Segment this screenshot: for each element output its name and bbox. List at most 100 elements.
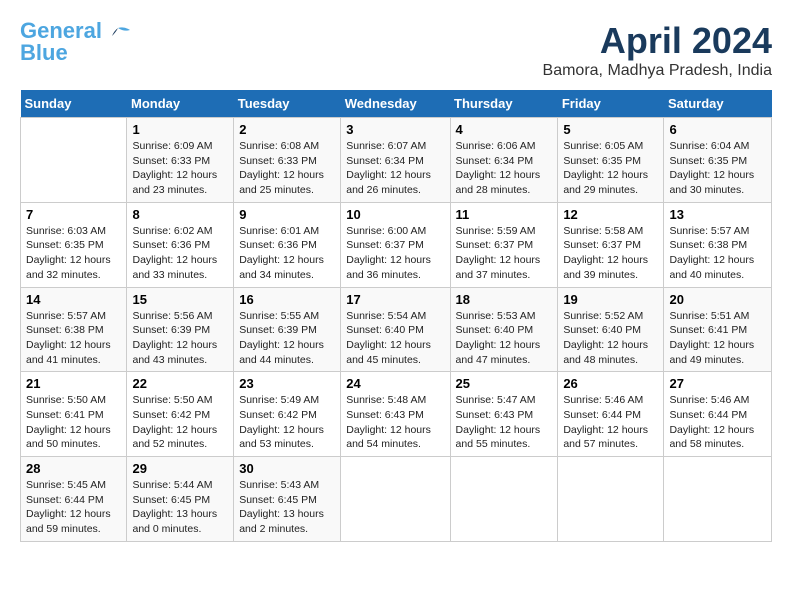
- day-number: 2: [239, 122, 335, 137]
- calendar-cell: 20 Sunrise: 5:51 AM Sunset: 6:41 PM Dayli…: [664, 287, 772, 372]
- calendar-cell: 13Sunrise: 5:57 AM Sunset: 6:38 PM Dayli…: [664, 202, 772, 287]
- day-number: 11: [456, 207, 553, 222]
- day-info: Sunrise: 5:50 AM Sunset: 6:41 PM Dayligh…: [26, 393, 121, 452]
- day-info: Sunrise: 5:57 AM Sunset: 6:38 PM Dayligh…: [669, 224, 766, 283]
- calendar-cell: [450, 457, 558, 542]
- calendar-cell: [341, 457, 450, 542]
- week-row-1: 1 Sunrise: 6:09 AM Sunset: 6:33 PM Daylig…: [21, 118, 772, 203]
- day-info: Sunrise: 5:47 AM Sunset: 6:43 PM Dayligh…: [456, 393, 553, 452]
- day-info: Sunrise: 5:44 AM Sunset: 6:45 PM Dayligh…: [132, 478, 228, 537]
- day-info: Sunrise: 6:08 AM Sunset: 6:33 PM Dayligh…: [239, 139, 335, 198]
- calendar-cell: 25 Sunrise: 5:47 AM Sunset: 6:43 PM Dayli…: [450, 372, 558, 457]
- calendar-cell: 6 Sunrise: 6:04 AM Sunset: 6:35 PM Daylig…: [664, 118, 772, 203]
- day-number: 26: [563, 376, 658, 391]
- calendar-cell: 23Sunrise: 5:49 AM Sunset: 6:42 PM Dayli…: [234, 372, 341, 457]
- day-info: Sunrise: 6:00 AM Sunset: 6:37 PM Dayligh…: [346, 224, 444, 283]
- day-number: 8: [132, 207, 228, 222]
- calendar-cell: 21 Sunrise: 5:50 AM Sunset: 6:41 PM Dayli…: [21, 372, 127, 457]
- day-number: 23: [239, 376, 335, 391]
- calendar-cell: 3Sunrise: 6:07 AM Sunset: 6:34 PM Daylig…: [341, 118, 450, 203]
- day-info: Sunrise: 5:46 AM Sunset: 6:44 PM Dayligh…: [669, 393, 766, 452]
- calendar-cell: [558, 457, 664, 542]
- day-info: Sunrise: 5:55 AM Sunset: 6:39 PM Dayligh…: [239, 309, 335, 368]
- day-info: Sunrise: 6:06 AM Sunset: 6:34 PM Dayligh…: [456, 139, 553, 198]
- day-number: 28: [26, 461, 121, 476]
- day-header-friday: Friday: [558, 90, 664, 118]
- calendar-cell: 18 Sunrise: 5:53 AM Sunset: 6:40 PM Dayli…: [450, 287, 558, 372]
- day-number: 29: [132, 461, 228, 476]
- day-number: 6: [669, 122, 766, 137]
- day-number: 12: [563, 207, 658, 222]
- day-number: 20: [669, 292, 766, 307]
- calendar-cell: 1 Sunrise: 6:09 AM Sunset: 6:33 PM Daylig…: [127, 118, 234, 203]
- day-number: 19: [563, 292, 658, 307]
- week-row-2: 7 Sunrise: 6:03 AM Sunset: 6:35 PM Daylig…: [21, 202, 772, 287]
- day-number: 15: [132, 292, 228, 307]
- day-info: Sunrise: 5:52 AM Sunset: 6:40 PM Dayligh…: [563, 309, 658, 368]
- day-number: 30: [239, 461, 335, 476]
- calendar-cell: 16Sunrise: 5:55 AM Sunset: 6:39 PM Dayli…: [234, 287, 341, 372]
- calendar-cell: [664, 457, 772, 542]
- day-info: Sunrise: 6:02 AM Sunset: 6:36 PM Dayligh…: [132, 224, 228, 283]
- calendar-cell: 26 Sunrise: 5:46 AM Sunset: 6:44 PM Dayli…: [558, 372, 664, 457]
- day-number: 17: [346, 292, 444, 307]
- day-header-monday: Monday: [127, 90, 234, 118]
- day-number: 22: [132, 376, 228, 391]
- calendar-table: SundayMondayTuesdayWednesdayThursdayFrid…: [20, 90, 772, 542]
- day-info: Sunrise: 5:58 AM Sunset: 6:37 PM Dayligh…: [563, 224, 658, 283]
- day-info: Sunrise: 5:43 AM Sunset: 6:45 PM Dayligh…: [239, 478, 335, 537]
- day-number: 4: [456, 122, 553, 137]
- day-info: Sunrise: 6:03 AM Sunset: 6:35 PM Dayligh…: [26, 224, 121, 283]
- day-number: 25: [456, 376, 553, 391]
- calendar-cell: 8 Sunrise: 6:02 AM Sunset: 6:36 PM Daylig…: [127, 202, 234, 287]
- calendar-cell: 9Sunrise: 6:01 AM Sunset: 6:36 PM Daylig…: [234, 202, 341, 287]
- calendar-body: 1 Sunrise: 6:09 AM Sunset: 6:33 PM Daylig…: [21, 118, 772, 542]
- day-number: 21: [26, 376, 121, 391]
- calendar-cell: 11Sunrise: 5:59 AM Sunset: 6:37 PM Dayli…: [450, 202, 558, 287]
- day-info: Sunrise: 5:50 AM Sunset: 6:42 PM Dayligh…: [132, 393, 228, 452]
- week-row-3: 14 Sunrise: 5:57 AM Sunset: 6:38 PM Dayli…: [21, 287, 772, 372]
- day-number: 18: [456, 292, 553, 307]
- day-number: 10: [346, 207, 444, 222]
- title-block: April 2024 Bamora, Madhya Pradesh, India: [543, 20, 772, 80]
- calendar-cell: 7 Sunrise: 6:03 AM Sunset: 6:35 PM Daylig…: [21, 202, 127, 287]
- day-number: 24: [346, 376, 444, 391]
- calendar-cell: 19 Sunrise: 5:52 AM Sunset: 6:40 PM Dayli…: [558, 287, 664, 372]
- day-info: Sunrise: 6:01 AM Sunset: 6:36 PM Dayligh…: [239, 224, 335, 283]
- calendar-cell: 15 Sunrise: 5:56 AM Sunset: 6:39 PM Dayli…: [127, 287, 234, 372]
- day-info: Sunrise: 5:46 AM Sunset: 6:44 PM Dayligh…: [563, 393, 658, 452]
- day-info: Sunrise: 5:56 AM Sunset: 6:39 PM Dayligh…: [132, 309, 228, 368]
- calendar-cell: 2 Sunrise: 6:08 AM Sunset: 6:33 PM Daylig…: [234, 118, 341, 203]
- day-info: Sunrise: 5:45 AM Sunset: 6:44 PM Dayligh…: [26, 478, 121, 537]
- calendar-cell: 29 Sunrise: 5:44 AM Sunset: 6:45 PM Dayli…: [127, 457, 234, 542]
- calendar-cell: 14 Sunrise: 5:57 AM Sunset: 6:38 PM Dayli…: [21, 287, 127, 372]
- calendar-cell: 28 Sunrise: 5:45 AM Sunset: 6:44 PM Dayli…: [21, 457, 127, 542]
- week-row-5: 28 Sunrise: 5:45 AM Sunset: 6:44 PM Dayli…: [21, 457, 772, 542]
- week-row-4: 21 Sunrise: 5:50 AM Sunset: 6:41 PM Dayli…: [21, 372, 772, 457]
- calendar-cell: 27Sunrise: 5:46 AM Sunset: 6:44 PM Dayli…: [664, 372, 772, 457]
- day-info: Sunrise: 5:53 AM Sunset: 6:40 PM Dayligh…: [456, 309, 553, 368]
- calendar-cell: 30 Sunrise: 5:43 AM Sunset: 6:45 PM Dayli…: [234, 457, 341, 542]
- calendar-header-row: SundayMondayTuesdayWednesdayThursdayFrid…: [21, 90, 772, 118]
- day-info: Sunrise: 5:54 AM Sunset: 6:40 PM Dayligh…: [346, 309, 444, 368]
- day-info: Sunrise: 6:09 AM Sunset: 6:33 PM Dayligh…: [132, 139, 228, 198]
- calendar-cell: 22 Sunrise: 5:50 AM Sunset: 6:42 PM Dayli…: [127, 372, 234, 457]
- day-number: 1: [132, 122, 228, 137]
- day-number: 5: [563, 122, 658, 137]
- month-title: April 2024: [543, 20, 772, 62]
- day-info: Sunrise: 5:51 AM Sunset: 6:41 PM Dayligh…: [669, 309, 766, 368]
- day-header-thursday: Thursday: [450, 90, 558, 118]
- day-header-saturday: Saturday: [664, 90, 772, 118]
- calendar-cell: 17 Sunrise: 5:54 AM Sunset: 6:40 PM Dayli…: [341, 287, 450, 372]
- day-number: 7: [26, 207, 121, 222]
- day-header-sunday: Sunday: [21, 90, 127, 118]
- day-number: 3: [346, 122, 444, 137]
- location: Bamora, Madhya Pradesh, India: [543, 62, 772, 80]
- logo-text: General Blue: [20, 20, 102, 64]
- day-number: 14: [26, 292, 121, 307]
- day-info: Sunrise: 5:57 AM Sunset: 6:38 PM Dayligh…: [26, 309, 121, 368]
- calendar-cell: [21, 118, 127, 203]
- day-info: Sunrise: 5:48 AM Sunset: 6:43 PM Dayligh…: [346, 393, 444, 452]
- day-info: Sunrise: 6:04 AM Sunset: 6:35 PM Dayligh…: [669, 139, 766, 198]
- day-header-wednesday: Wednesday: [341, 90, 450, 118]
